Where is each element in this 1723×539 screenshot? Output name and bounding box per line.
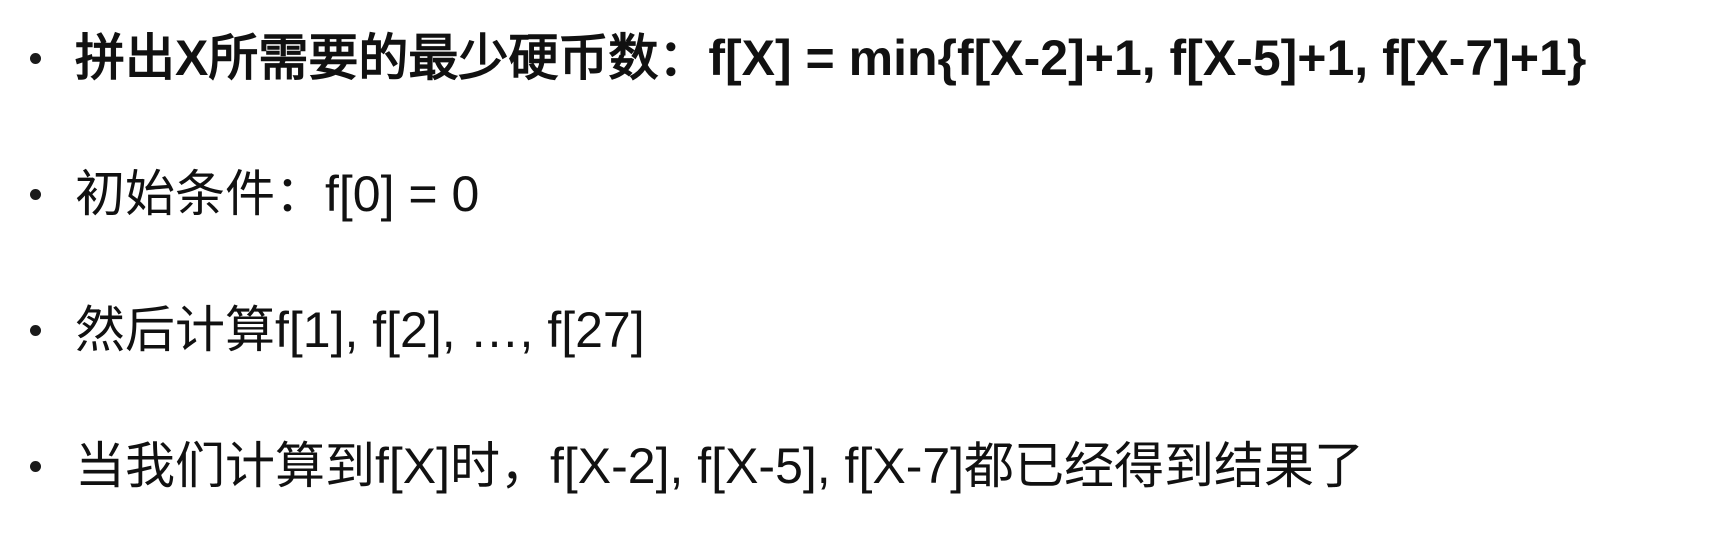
bullet-dot-icon: [30, 52, 41, 64]
bullet-item-min-coins: 拼出X所需要的最少硬币数：f[X] = min{f[X-2]+1, f[X-5]…: [30, 18, 1586, 98]
bullet-item-dependency-note: 当我们计算到f[X]时，f[X-2], f[X-5], f[X-7]都已经得到结…: [30, 426, 1364, 506]
bullet-text: 当我们计算到f[X]时，f[X-2], f[X-5], f[X-7]都已经得到结…: [75, 438, 1365, 494]
bullet-item-initial-condition: 初始条件：f[0] = 0: [30, 154, 479, 234]
bullet-dot-icon: [30, 324, 41, 336]
bullet-item-compute-order: 然后计算f[1], f[2], …, f[27]: [30, 290, 645, 370]
bullet-dot-icon: [30, 188, 41, 200]
slide-content: 拼出X所需要的最少硬币数：f[X] = min{f[X-2]+1, f[X-5]…: [0, 0, 1723, 539]
bullet-text: 拼出X所需要的最少硬币数：f[X] = min{f[X-2]+1, f[X-5]…: [75, 30, 1587, 86]
bullet-dot-icon: [30, 460, 41, 472]
bullet-text: 然后计算f[1], f[2], …, f[27]: [75, 302, 645, 358]
bullet-text: 初始条件：f[0] = 0: [75, 166, 480, 222]
